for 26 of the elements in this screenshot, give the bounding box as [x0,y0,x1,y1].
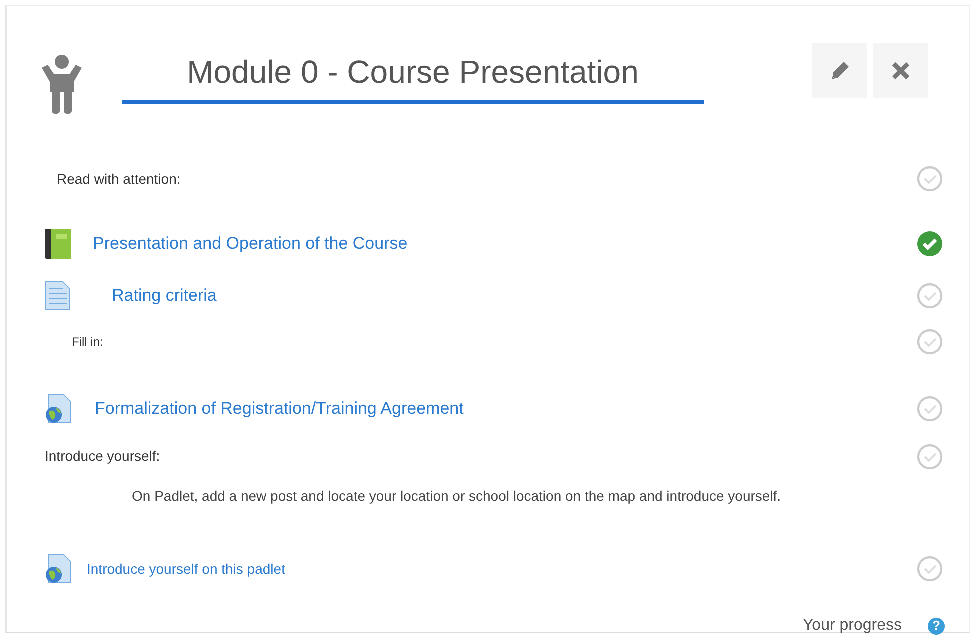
incomplete-check-icon[interactable] [917,444,943,470]
activity-link[interactable]: Introduce yourself on this padlet [87,558,286,580]
incomplete-check-icon[interactable] [917,282,943,308]
close-button[interactable] [873,43,928,98]
activity-link[interactable]: Formalization of Registration/Training Agreement [95,396,464,422]
web-page-icon [45,554,73,584]
close-icon [892,62,910,80]
completed-check-icon[interactable] [917,231,943,257]
web-page-icon [45,394,73,424]
section-label: Introduce yourself: [45,447,160,466]
activity-link[interactable]: Presentation and Operation of the Course [93,231,408,257]
section-label: Fill in: [72,334,104,350]
activity-link[interactable]: Rating criteria [112,282,217,308]
help-icon[interactable]: ? [928,618,945,634]
book-icon [45,229,71,259]
incomplete-check-icon[interactable] [917,328,943,354]
instruction-text: On Padlet, add a new post and locate your location or school location on the map and introduce yourself. [132,487,782,506]
incomplete-check-icon[interactable] [917,396,943,422]
incomplete-check-icon[interactable] [917,556,943,582]
section-label: Read with attention: [57,170,181,188]
person-icon [40,54,84,114]
document-icon [45,280,71,310]
progress-label: Your progress [802,616,902,636]
edit-button[interactable] [812,43,867,98]
incomplete-check-icon[interactable] [917,166,943,192]
module-title: Module 0 - Course Presentation [122,43,704,104]
